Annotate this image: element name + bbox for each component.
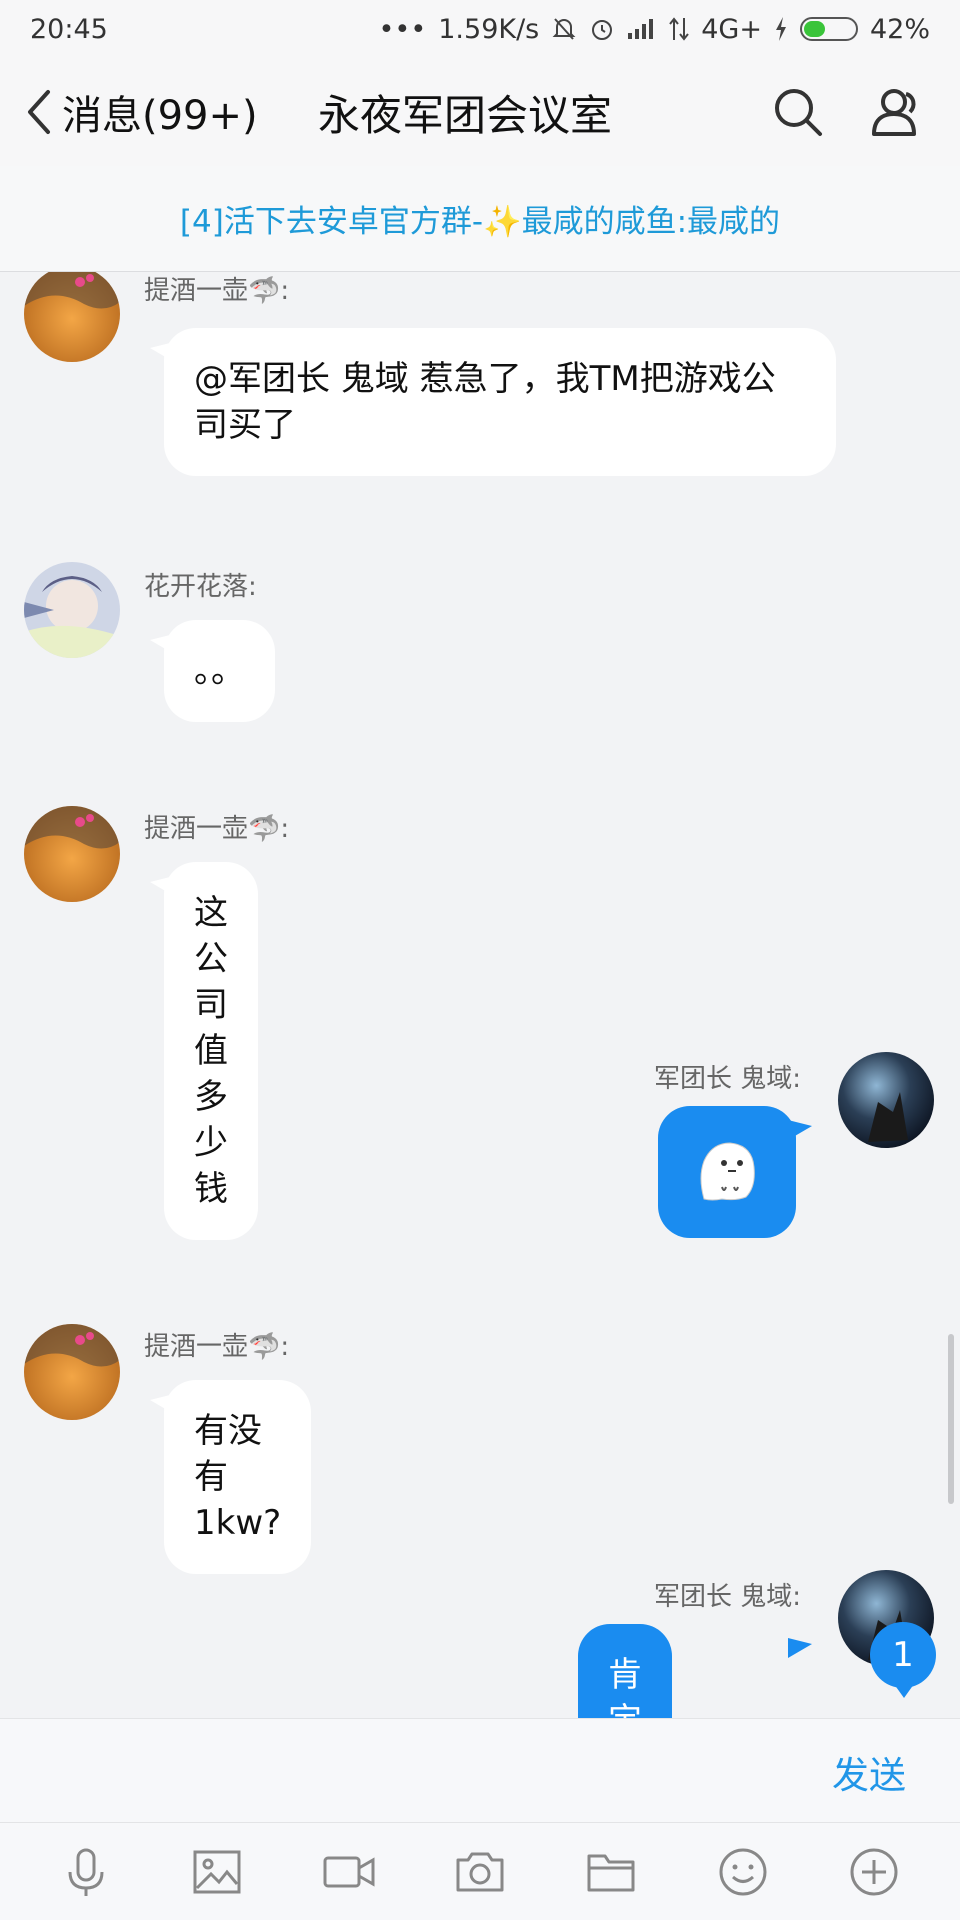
- signal-icon: [628, 19, 654, 39]
- pinned-announcement[interactable]: [4]活下去安卓官方群-✨最咸的咸鱼:最咸的: [0, 166, 960, 272]
- message-bubble[interactable]: 这公司值多少钱: [164, 862, 258, 1240]
- message-bubble[interactable]: 有没有1kw?: [164, 1380, 312, 1574]
- camera-icon: [456, 1852, 504, 1891]
- sender-name: 军团长 鬼域:: [654, 1582, 802, 1612]
- scrollbar[interactable]: [948, 1334, 954, 1504]
- message-text: @军团长 鬼域 惹急了，我TM把游戏公司买了: [194, 359, 776, 445]
- folder-icon: [587, 1854, 635, 1891]
- back-button[interactable]: 消息(99+): [0, 58, 258, 166]
- video-camera-icon: [323, 1856, 375, 1887]
- data-arrows-icon: [669, 17, 690, 41]
- bubble-tail: [788, 1638, 812, 1658]
- sender-name: 提酒一壶🦈:: [144, 276, 290, 306]
- group-members-icon[interactable]: [868, 84, 924, 140]
- voice-button[interactable]: [56, 1842, 116, 1902]
- back-label: 消息(99+): [62, 93, 258, 139]
- pinned-text: [4]活下去安卓官方群-✨最咸的咸鱼:最咸的: [179, 204, 781, 240]
- status-time: 20:45: [30, 13, 108, 45]
- charging-icon: [775, 17, 786, 41]
- video-button[interactable]: [319, 1842, 379, 1902]
- more-button[interactable]: [844, 1842, 904, 1902]
- battery-fill: [803, 21, 825, 37]
- net-speed: 1.59K/s: [438, 13, 540, 45]
- avatar[interactable]: [838, 1052, 934, 1148]
- sticker-bubble[interactable]: [658, 1106, 796, 1238]
- mute-bell-icon: [552, 18, 576, 40]
- avatar[interactable]: [24, 806, 120, 902]
- message-bubble[interactable]: 。。: [164, 620, 275, 722]
- plus-circle-icon: [850, 1848, 898, 1895]
- input-area: 发送: [0, 1718, 960, 1822]
- ghost-sticker-icon: [700, 1142, 755, 1201]
- battery-percent: 42%: [869, 13, 930, 45]
- message-input[interactable]: [20, 1731, 790, 1811]
- alarm-icon: [592, 20, 613, 40]
- sender-name: 军团长 鬼域:: [654, 1064, 802, 1094]
- battery-icon: [799, 17, 858, 41]
- chat-list[interactable]: 提酒一壶🦈: @军团长 鬼域 惹急了，我TM把游戏公司买了 花开花落: 。。 提…: [0, 272, 960, 1718]
- emoji-button[interactable]: [713, 1842, 773, 1902]
- input-toolbar: [0, 1822, 960, 1920]
- message-text: 。。: [194, 651, 245, 691]
- microphone-icon: [68, 1848, 104, 1896]
- avatar[interactable]: [24, 1324, 120, 1420]
- avatar[interactable]: [24, 562, 120, 658]
- avatar[interactable]: [24, 272, 120, 362]
- message-bubble[interactable]: 肯定没得: [578, 1624, 672, 1718]
- message-bubble[interactable]: @军团长 鬼域 惹急了，我TM把游戏公司买了: [164, 328, 836, 476]
- more-dots-icon: •••: [378, 13, 427, 45]
- chat-title: 永夜军团会议室: [318, 90, 613, 140]
- sender-name: 花开花落:: [144, 572, 257, 602]
- message-text: 有没有1kw?: [194, 1411, 282, 1543]
- status-right: ••• 1.59K/s 4G+ 42%: [378, 14, 930, 45]
- image-button[interactable]: [187, 1842, 247, 1902]
- send-button[interactable]: 发送: [832, 1745, 906, 1799]
- message-text: 肯定没得: [608, 1655, 642, 1718]
- new-message-badge[interactable]: 1: [870, 1622, 936, 1698]
- search-icon[interactable]: [770, 84, 826, 140]
- sender-name: 提酒一壶🦈:: [144, 1332, 290, 1362]
- file-button[interactable]: [581, 1842, 641, 1902]
- sender-name: 提酒一壶🦈:: [144, 814, 290, 844]
- status-bar: 20:45 ••• 1.59K/s 4G+ 42%: [0, 0, 960, 58]
- network-type: 4G+: [701, 13, 762, 45]
- smiley-icon: [719, 1848, 767, 1895]
- chat-header: 消息(99+) 永夜军团会议室: [0, 58, 960, 166]
- image-icon: [193, 1850, 241, 1893]
- message-text: 这公司值多少钱: [194, 893, 228, 1209]
- chevron-left-icon: [28, 90, 50, 134]
- camera-button[interactable]: [450, 1842, 510, 1902]
